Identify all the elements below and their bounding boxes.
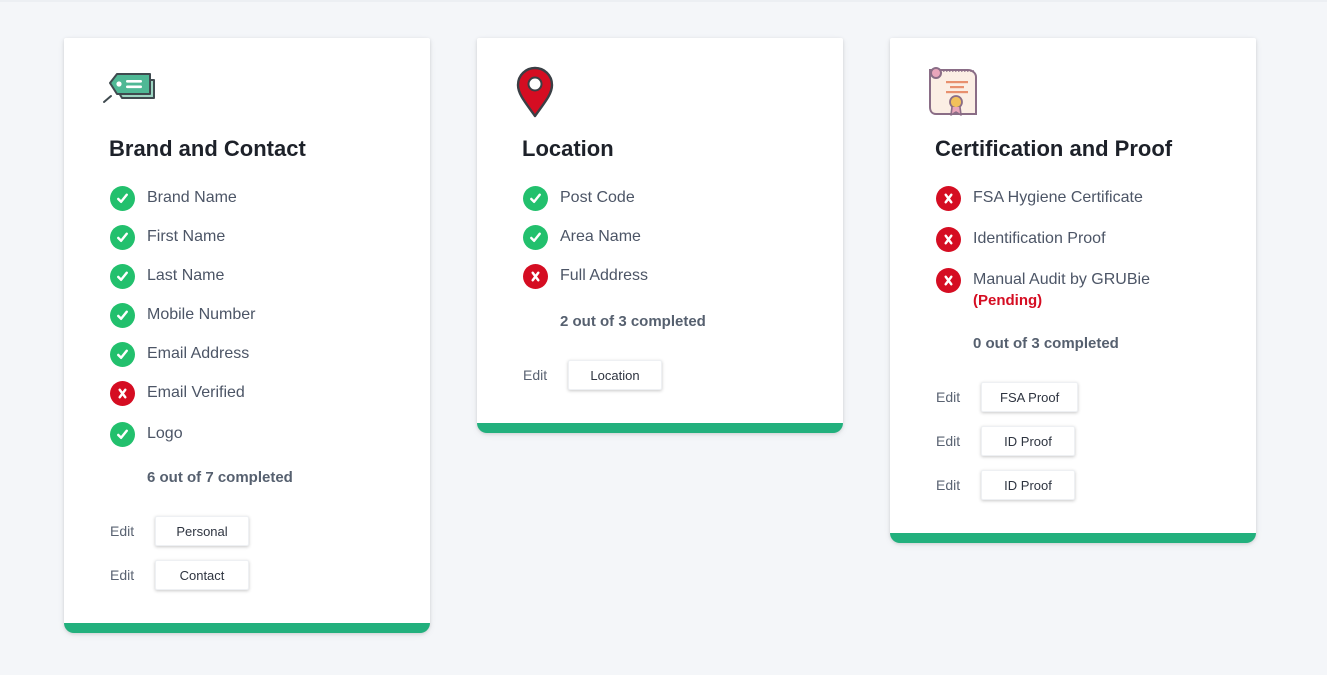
edit-row-contact: Edit Contact [110, 560, 249, 590]
cross-icon [936, 227, 961, 252]
id-proof-button[interactable]: ID Proof [981, 426, 1075, 456]
edit-label: Edit [523, 367, 548, 383]
checklist-item-label: Post Code [560, 189, 635, 206]
checklist-item-mobile-number: Mobile Number [110, 303, 255, 328]
edit-label: Edit [110, 523, 135, 539]
checklist-item-email-address: Email Address [110, 342, 249, 367]
checklist-item-brand-name: Brand Name [110, 186, 237, 211]
edit-label: Edit [110, 567, 135, 583]
tag-icon [102, 64, 158, 120]
checklist-item-label: Full Address [560, 267, 649, 284]
certificate-icon [928, 64, 984, 120]
check-icon [110, 186, 135, 211]
checklist-item-first-name: First Name [110, 225, 225, 250]
checklist-item-label: Identification Proof [973, 230, 1106, 247]
edit-row-fsa-proof: Edit FSA Proof [936, 382, 1079, 412]
checklist-item-label: Logo [147, 425, 183, 442]
checklist-item-identification-proof: Identification Proof [936, 227, 1106, 252]
checklist-item-fsa-hygiene-certificate: FSA Hygiene Certificate [936, 186, 1143, 211]
edit-row-id-proof: Edit ID Proof [936, 426, 1075, 456]
checklist-item-area-name: Area Name [523, 225, 641, 250]
check-icon [110, 264, 135, 289]
card-title: Brand and Contact [109, 136, 306, 161]
edit-label: Edit [936, 389, 961, 405]
checklist-item-manual-audit: Manual Audit by GRUBie (Pending) [936, 268, 1150, 310]
pending-badge: (Pending) [973, 292, 1043, 309]
edit-row-personal: Edit Personal [110, 516, 249, 546]
checklist-item-label: Email Address [147, 345, 250, 362]
completion-summary: 6 out of 7 completed [147, 469, 293, 486]
top-divider [0, 0, 1327, 2]
checklist-item-label-text: Manual Audit by GRUBie [973, 271, 1150, 288]
checklist-item-post-code: Post Code [523, 186, 635, 211]
checklist-item-full-address: Full Address [523, 264, 648, 289]
cross-icon [936, 186, 961, 211]
check-icon [110, 342, 135, 367]
certification-proof-card: Certification and Proof FSA Hygiene Cert… [890, 38, 1256, 543]
checklist-item-label: Manual Audit by GRUBie (Pending) [973, 268, 1150, 310]
checklist-item-label: Last Name [147, 267, 225, 284]
check-icon [110, 422, 135, 447]
location-card: Location Post Code Area Name Full Addres… [477, 38, 843, 433]
checklist-item-label: Brand Name [147, 189, 237, 206]
checklist-item-logo: Logo [110, 422, 183, 447]
contact-button[interactable]: Contact [155, 560, 249, 590]
check-icon [523, 186, 548, 211]
card-title: Certification and Proof [935, 136, 1173, 161]
location-button[interactable]: Location [568, 360, 662, 390]
checklist-item-label: Area Name [560, 228, 641, 245]
checklist-item-email-verified: Email Verified [110, 381, 245, 406]
checklist-item-last-name: Last Name [110, 264, 224, 289]
completion-summary: 0 out of 3 completed [973, 335, 1119, 352]
checklist-item-label: Mobile Number [147, 306, 256, 323]
check-icon [110, 303, 135, 328]
edit-row-location: Edit Location [523, 360, 662, 390]
edit-label: Edit [936, 433, 961, 449]
edit-row-id-proof-2: Edit ID Proof [936, 470, 1075, 500]
checklist-item-label: FSA Hygiene Certificate [973, 189, 1143, 206]
cross-icon [936, 268, 961, 293]
map-pin-icon [515, 64, 571, 120]
cross-icon [110, 381, 135, 406]
check-icon [523, 225, 548, 250]
cross-icon [523, 264, 548, 289]
brand-contact-card: Brand and Contact Brand Name First Name … [64, 38, 430, 633]
fsa-proof-button[interactable]: FSA Proof [981, 382, 1079, 412]
checklist-item-label: Email Verified [147, 384, 245, 401]
checklist-item-label: First Name [147, 228, 226, 245]
personal-button[interactable]: Personal [155, 516, 249, 546]
completion-summary: 2 out of 3 completed [560, 313, 706, 330]
id-proof-button-2[interactable]: ID Proof [981, 470, 1075, 500]
check-icon [110, 225, 135, 250]
card-title: Location [522, 136, 614, 161]
edit-label: Edit [936, 477, 961, 493]
